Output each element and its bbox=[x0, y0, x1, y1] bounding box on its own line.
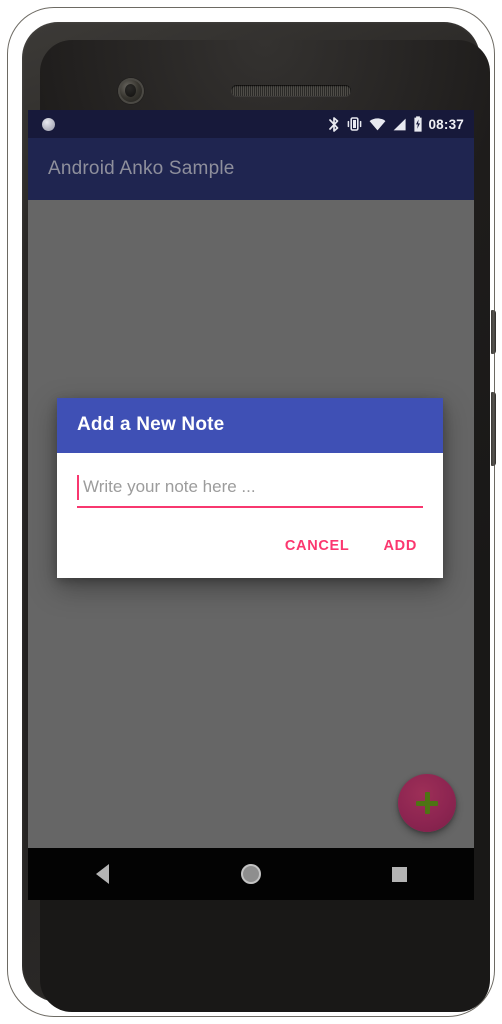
wifi-icon bbox=[369, 117, 386, 131]
earpiece-speaker-icon bbox=[231, 85, 351, 96]
phone-screen: 08:37 Android Anko Sample Add a New Note bbox=[28, 110, 474, 900]
app-bar-title: Android Anko Sample bbox=[48, 158, 235, 179]
cancel-button[interactable]: CANCEL bbox=[273, 530, 362, 562]
add-note-fab[interactable] bbox=[398, 774, 456, 832]
back-triangle-icon bbox=[95, 864, 109, 884]
navigation-bar bbox=[28, 848, 474, 900]
text-cursor bbox=[77, 475, 79, 500]
status-bar: 08:37 bbox=[28, 110, 474, 138]
vibrate-icon bbox=[346, 116, 363, 132]
bluetooth-icon bbox=[328, 116, 340, 133]
add-note-dialog: Add a New Note CANCEL ADD bbox=[57, 398, 443, 578]
home-circle-icon bbox=[240, 864, 261, 884]
note-input-field[interactable] bbox=[77, 475, 423, 508]
nav-back-button[interactable] bbox=[62, 848, 142, 900]
recents-square-icon bbox=[392, 866, 408, 882]
status-bar-clock: 08:37 bbox=[428, 116, 464, 132]
dialog-body bbox=[57, 453, 443, 508]
front-camera-icon bbox=[118, 78, 144, 104]
status-bar-icons bbox=[328, 116, 423, 133]
dialog-title: Add a New Note bbox=[77, 414, 225, 435]
dialog-actions: CANCEL ADD bbox=[57, 508, 443, 578]
battery-charging-icon bbox=[413, 116, 423, 132]
app-bar: Android Anko Sample bbox=[28, 138, 474, 200]
power-button[interactable] bbox=[491, 310, 496, 354]
notification-dot-icon bbox=[42, 117, 55, 131]
add-button[interactable]: ADD bbox=[371, 530, 429, 562]
plus-icon bbox=[416, 792, 438, 814]
nav-home-button[interactable] bbox=[211, 848, 291, 900]
volume-rocker-button[interactable] bbox=[491, 392, 496, 466]
note-input[interactable] bbox=[77, 475, 423, 501]
dialog-header: Add a New Note bbox=[57, 398, 443, 453]
cell-signal-icon bbox=[392, 118, 407, 131]
nav-recents-button[interactable] bbox=[360, 848, 440, 900]
